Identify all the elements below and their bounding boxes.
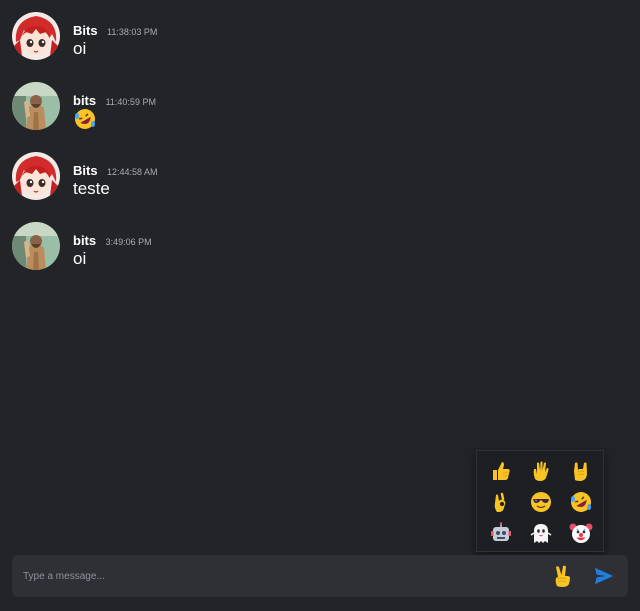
author-name: Bits xyxy=(73,23,98,38)
message-item: Bits 11:38:03 PM oi xyxy=(12,12,612,72)
clown-face-emoji-icon[interactable] xyxy=(569,521,593,545)
sign-of-horns-emoji-icon[interactable] xyxy=(569,459,593,483)
message-header: Bits 11:38:03 PM xyxy=(73,22,157,40)
chat-app: Bits 11:38:03 PM oi bits 11:40:59 PM Bit… xyxy=(0,0,640,611)
message-composer xyxy=(12,555,628,597)
message-timestamp: 3:49:06 PM xyxy=(105,237,152,247)
robed-man-photo-avatar-icon xyxy=(12,82,60,130)
ghost-emoji-icon[interactable] xyxy=(529,521,553,545)
author-name: bits xyxy=(73,93,97,108)
smiling-face-with-sunglasses-emoji-icon[interactable] xyxy=(529,490,553,514)
message-timestamp: 11:38:03 PM xyxy=(107,27,158,37)
message-header: Bits 12:44:58 AM xyxy=(73,162,158,180)
message-text: oi xyxy=(73,249,87,268)
victory-hand-emoji-icon[interactable] xyxy=(552,564,574,588)
rolling-on-floor-laughing-emoji-icon[interactable] xyxy=(569,490,593,514)
message-text: oi xyxy=(73,39,87,58)
avatar[interactable] xyxy=(12,82,60,130)
vulcan-salute-emoji-icon[interactable] xyxy=(529,459,553,483)
robot-emoji-icon[interactable] xyxy=(489,521,513,545)
message-item: Bits 12:44:58 AM teste xyxy=(12,152,612,212)
avatar[interactable] xyxy=(12,12,60,60)
robed-man-photo-avatar-icon xyxy=(12,222,60,270)
message-item: bits 3:49:06 PM oi xyxy=(12,222,612,282)
red-haired-anime-avatar-icon xyxy=(12,12,60,60)
red-haired-anime-avatar-icon xyxy=(12,152,60,200)
author-name: Bits xyxy=(73,163,98,178)
thumbs-up-emoji-icon[interactable] xyxy=(489,459,513,483)
message-text: teste xyxy=(73,179,110,198)
send-icon[interactable] xyxy=(593,565,615,587)
message-input[interactable] xyxy=(12,555,532,597)
message-timestamp: 12:44:58 AM xyxy=(107,167,158,177)
avatar[interactable] xyxy=(12,222,60,270)
emoji-picker xyxy=(476,450,604,552)
rolling-on-floor-laughing-emoji-icon xyxy=(73,107,97,131)
avatar[interactable] xyxy=(12,152,60,200)
message-timestamp: 11:40:59 PM xyxy=(105,97,156,107)
ok-hand-emoji-icon[interactable] xyxy=(489,490,513,514)
message-header: bits 3:49:06 PM xyxy=(73,232,152,250)
message-item: bits 11:40:59 PM xyxy=(12,82,612,142)
author-name: bits xyxy=(73,233,97,248)
